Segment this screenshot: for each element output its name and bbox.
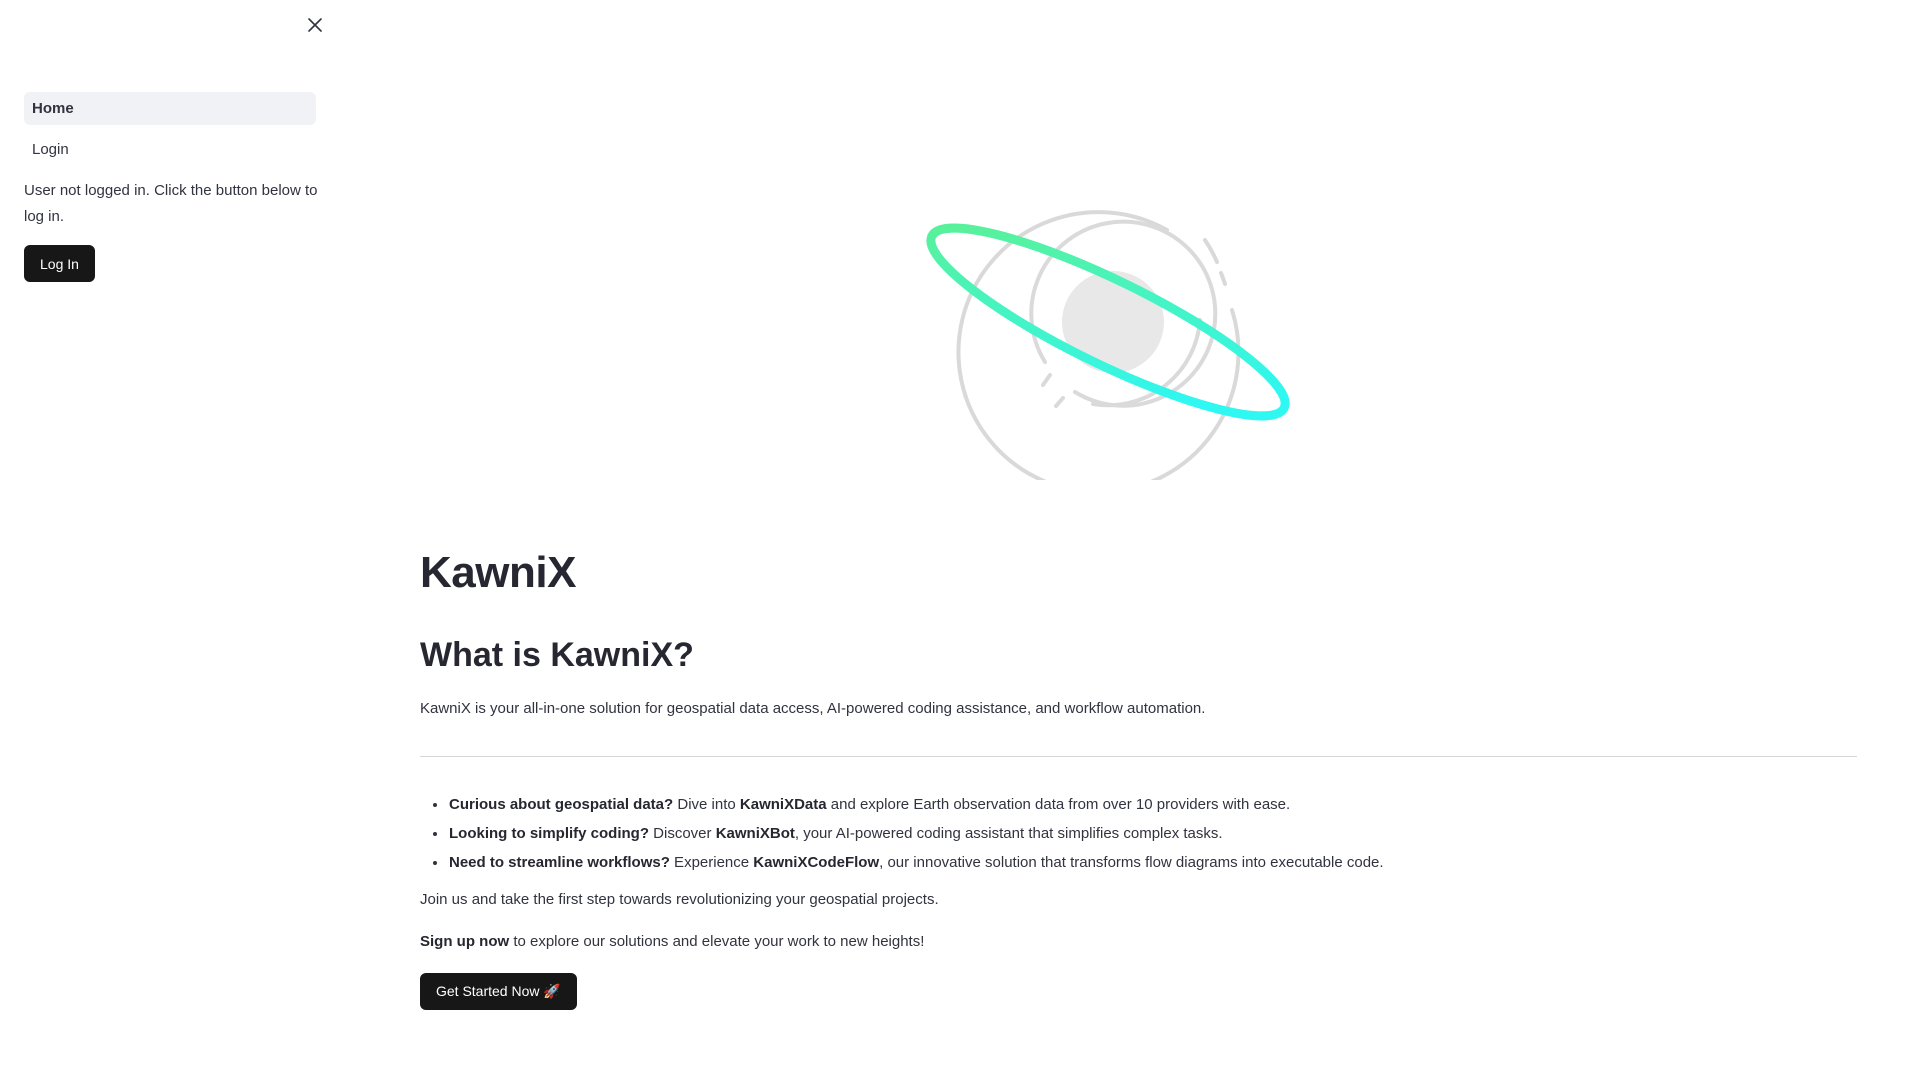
intro-text: KawniX is your all-in-one solution for g…	[420, 700, 1206, 717]
list-item: Need to streamline workflows? Experience…	[448, 848, 1848, 877]
feature-lead: Curious about geospatial data?	[449, 796, 674, 813]
feature-list: Curious about geospatial data? Dive into…	[420, 790, 1848, 877]
divider	[420, 756, 1857, 757]
sidebar-nav: Home Login	[24, 92, 316, 174]
feature-text: , your AI-powered coding assistant that …	[794, 825, 1223, 842]
feature-text: and explore Earth observation data from …	[826, 796, 1291, 813]
close-icon	[308, 18, 322, 32]
product-name: KawniXCodeFlow	[753, 854, 880, 871]
main-content: KawniX What is KawniX? KawniX is your al…	[420, 0, 1860, 1080]
feature-lead: Need to streamline workflows?	[449, 854, 670, 871]
feature-text: , our innovative solution that transform…	[879, 854, 1384, 871]
get-started-button[interactable]: Get Started Now 🚀	[420, 973, 577, 1010]
list-item: Looking to simplify coding? Discover Kaw…	[448, 819, 1848, 848]
product-name: KawniXData	[739, 796, 827, 813]
sidebar: Home Login User not logged in. Click the…	[0, 0, 336, 1080]
sidebar-item-login[interactable]: Login	[24, 133, 316, 166]
feature-text: Experience	[669, 854, 754, 871]
login-status-message: User not logged in. Click the button bel…	[24, 182, 318, 225]
signup-bold: Sign up now	[420, 933, 510, 950]
sidebar-item-home[interactable]: Home	[24, 92, 316, 125]
close-sidebar-button[interactable]	[302, 12, 328, 38]
planet-ring-logo	[926, 210, 1290, 480]
signup-text: Sign up now to explore our solutions and…	[420, 933, 924, 950]
section-heading: What is KawniX?	[420, 636, 694, 674]
page-title: KawniX	[420, 548, 576, 597]
app-root: Home Login User not logged in. Click the…	[0, 0, 1920, 1080]
list-item: Curious about geospatial data? Dive into…	[448, 790, 1848, 819]
signup-rest: to explore our solutions and elevate you…	[509, 933, 925, 950]
feature-text: Discover	[649, 825, 716, 842]
feature-text: Dive into	[673, 796, 740, 813]
product-name: KawniXBot	[715, 825, 795, 842]
feature-lead: Looking to simplify coding?	[449, 825, 649, 842]
log-in-button[interactable]: Log In	[24, 245, 95, 282]
join-text: Join us and take the first step towards …	[420, 891, 939, 908]
